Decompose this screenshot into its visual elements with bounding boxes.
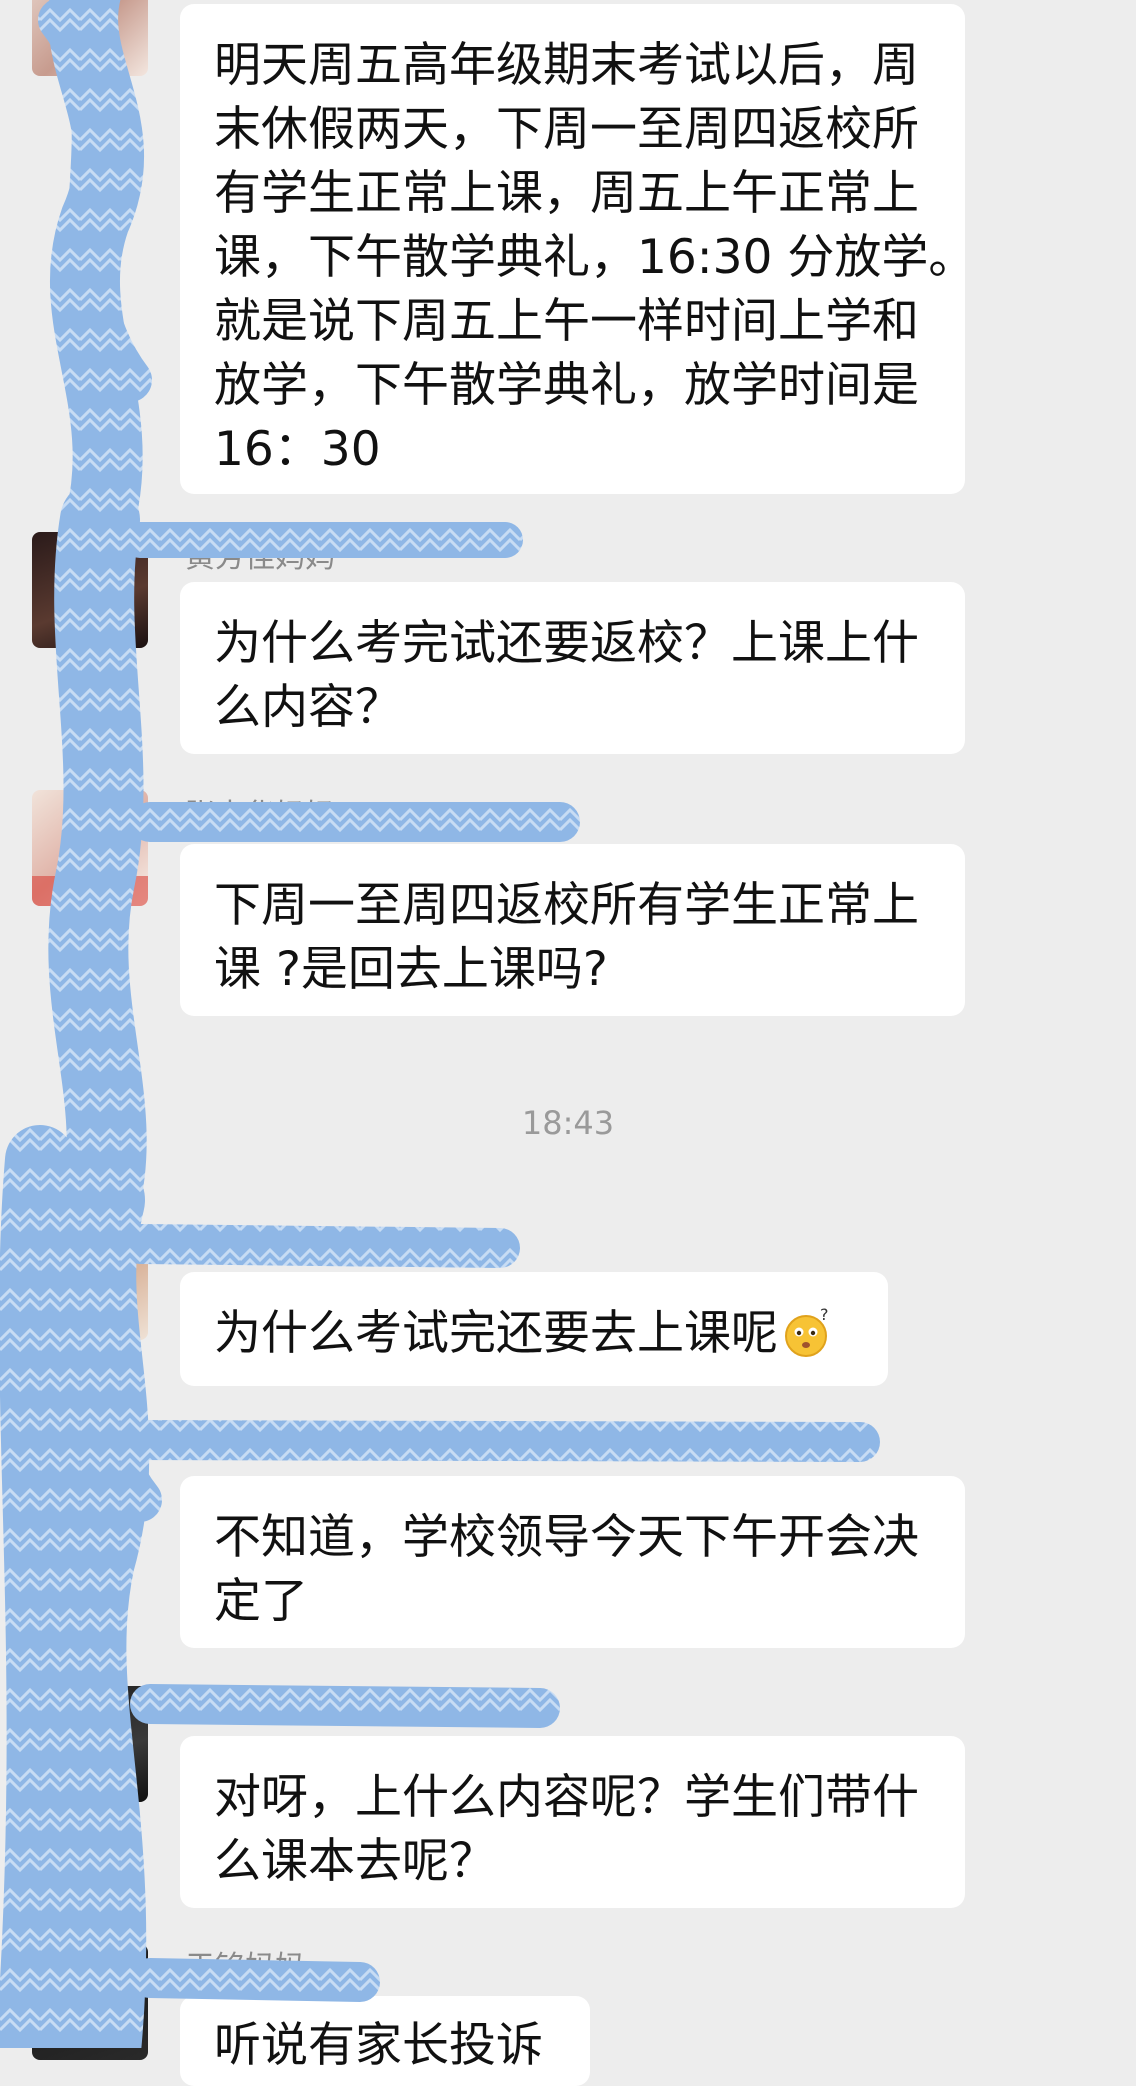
message-bubble[interactable]: 为什么考完试还要返校？上课上什 么内容？ xyxy=(180,582,965,754)
avatar-photo-icon xyxy=(72,0,116,70)
message-timestamp: 18:43 xyxy=(521,1104,615,1142)
avatar-photo-icon xyxy=(68,1254,116,1334)
avatar[interactable] xyxy=(32,1944,148,2060)
message-bubble[interactable]: 明天周五高年级期末考试以后，周 末休假两天，下周一至周四返校所 有学生正常上课，… xyxy=(180,4,976,494)
message-line: 为什么考完试还要返校？上课上什 xyxy=(214,616,919,671)
sender-name: 张吉华妈妈 xyxy=(185,798,335,833)
message-line: 16：30 xyxy=(214,422,381,477)
message-line: 对呀，上什么内容呢？学生们带什 xyxy=(214,1770,919,1825)
avatar-photo-icon xyxy=(70,560,110,600)
sender-name: 于铭妈妈 xyxy=(185,1950,305,1985)
message-line: 明天周五高年级期末考试以后，周 xyxy=(214,38,919,93)
sender-name: 黄芳佳妈妈 xyxy=(185,540,335,575)
avatar[interactable] xyxy=(32,1686,148,1802)
thinking-face-emoji-icon: ? xyxy=(785,1305,829,1357)
message-line: 为什么考试完还要去上课呢 ? xyxy=(214,1302,854,1366)
message-bubble[interactable]: 下周一至周四返校所有学生正常上 课 ?是回去上课吗? xyxy=(180,844,965,1016)
avatar[interactable] xyxy=(32,790,148,906)
message-bubble[interactable]: 对呀，上什么内容呢？学生们带什 么课本去呢？ xyxy=(180,1736,965,1908)
message-bubble[interactable]: 听说有家长投诉 xyxy=(180,1996,590,2086)
svg-text:?: ? xyxy=(820,1305,829,1324)
message-line: 有学生正常上课，周五上午正常上 xyxy=(214,166,919,221)
message-line: 不知道，学校领导今天下午开会决 xyxy=(214,1510,919,1565)
avatar[interactable] xyxy=(32,1224,148,1340)
message-line: 课 ?是回去上课吗? xyxy=(214,942,608,997)
avatar-photo-icon xyxy=(32,824,148,906)
chat-area[interactable]: 明天周五高年级期末考试以后，周 末休假两天，下周一至周四返校所 有学生正常上课，… xyxy=(0,0,1136,2086)
message-line: 么内容？ xyxy=(214,680,402,735)
message-line: 课，下午散学典礼，16:30 分放学。 xyxy=(214,230,976,285)
sender-name: 张妈妈 xyxy=(185,1228,275,1263)
message-line: 么课本去呢？ xyxy=(214,1834,496,1889)
message-bubble[interactable]: 为什么考试完还要去上课呢 ? xyxy=(180,1272,888,1386)
avatar-photo-icon xyxy=(56,1988,108,2040)
message-line: 就是说下周五上午一样时间上学和 xyxy=(214,294,919,349)
message-line: 末休假两天，下周一至周四返校所 xyxy=(214,102,919,157)
message-line: 放学，下午散学典礼，放学时间是 xyxy=(214,358,919,413)
message-bubble[interactable]: 不知道，学校领导今天下午开会决 定了 xyxy=(180,1476,965,1648)
sender-name: 曾国梅妈妈 xyxy=(185,1692,335,1727)
avatar[interactable] xyxy=(32,532,148,648)
message-line: 下周一至周四返校所有学生正常上 xyxy=(214,878,919,933)
message-line: 听说有家长投诉 xyxy=(214,2018,543,2073)
avatar-photo-icon xyxy=(52,1756,82,1776)
message-line: 定了 xyxy=(214,1574,308,1629)
avatar[interactable] xyxy=(32,0,148,76)
